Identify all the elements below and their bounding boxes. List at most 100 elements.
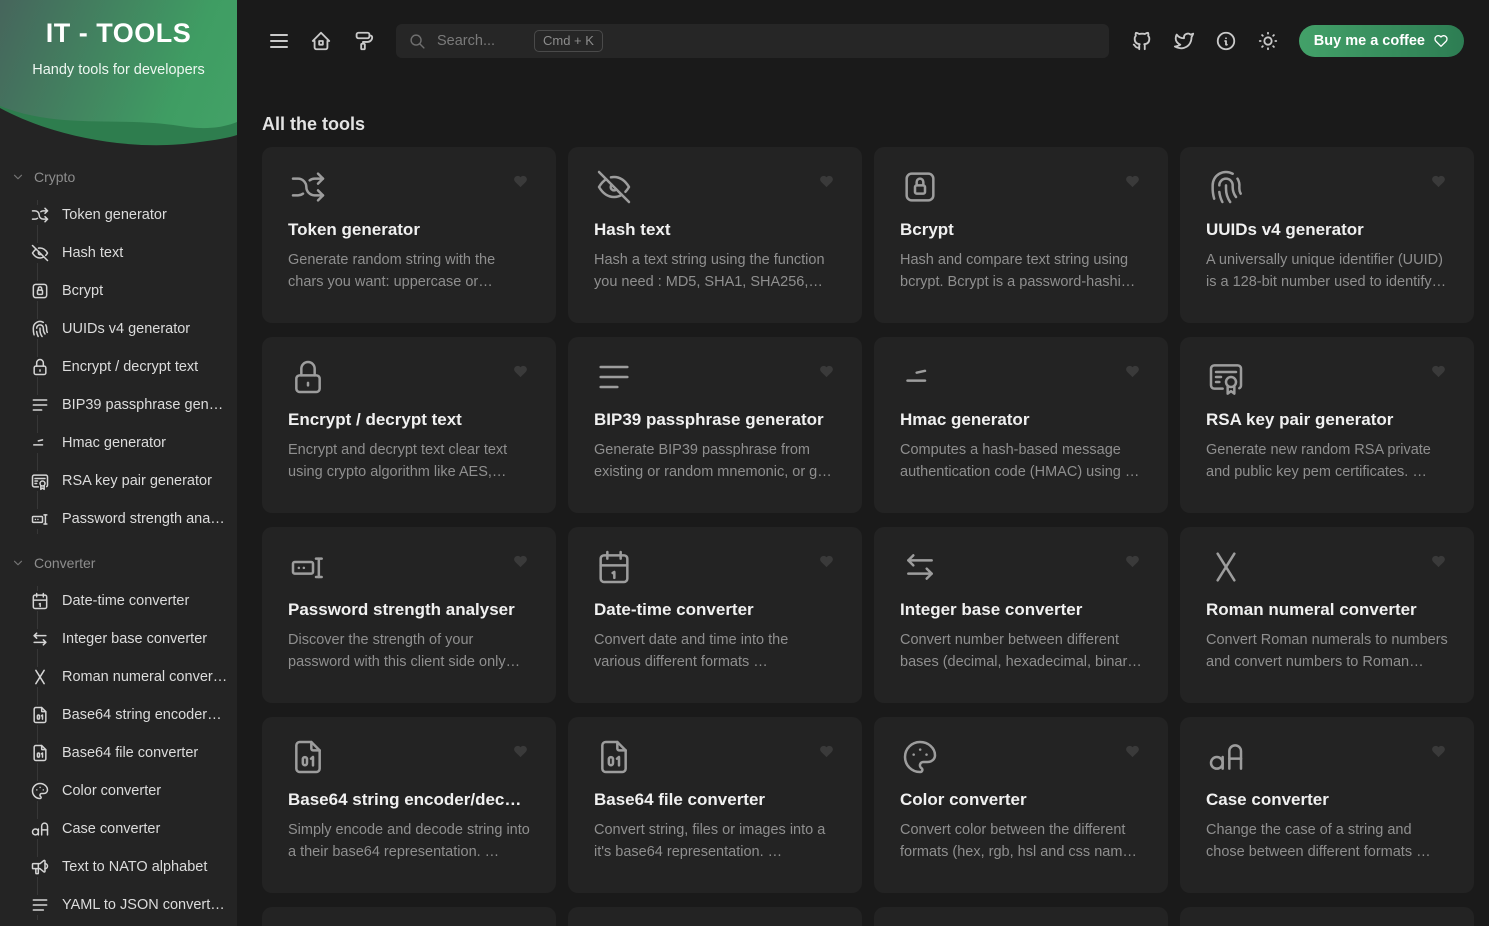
tool-card-partial[interactable] — [1180, 907, 1474, 926]
sidebar-item-token-generator[interactable]: Token generator — [0, 196, 237, 234]
tool-card-description: Generate BIP39 passphrase from existing … — [594, 442, 832, 480]
sidebar-section-label: Crypto — [34, 169, 76, 185]
tool-card-base64-string-encoder-dec[interactable]: Base64 string encoder/dec… Simply encode … — [262, 717, 556, 893]
github-button[interactable] — [1125, 24, 1159, 58]
sidebar: IT - TOOLS Handy tools for developers Cr… — [0, 0, 237, 926]
favorite-heart-icon[interactable] — [1124, 173, 1141, 190]
tool-card-description: A universally unique identifier (UUID) i… — [1206, 252, 1447, 290]
favorite-heart-icon[interactable] — [512, 553, 529, 570]
tool-card-integer-base-converter[interactable]: Integer base converter Convert number bet… — [874, 527, 1168, 703]
tool-card-bcrypt[interactable]: Bcrypt Hash and compare text string using… — [874, 147, 1168, 323]
sidebar-section-header-converter[interactable]: Converter — [0, 548, 237, 578]
heart-icon — [1433, 33, 1449, 49]
lock-icon — [288, 357, 530, 397]
tool-card-partial[interactable] — [262, 907, 556, 926]
tool-card-token-generator[interactable]: Token generator Generate random string wi… — [262, 147, 556, 323]
about-button[interactable] — [1209, 24, 1243, 58]
favorite-heart-icon[interactable] — [512, 173, 529, 190]
tool-card-title: Date-time converter — [594, 600, 754, 619]
tool-card-partial[interactable] — [568, 907, 862, 926]
github-icon — [1131, 30, 1153, 52]
tool-card-roman-numeral-converter[interactable]: Roman numeral converter Convert Roman num… — [1180, 527, 1474, 703]
sidebar-item-bip39-passphrase-gen[interactable]: BIP39 passphrase gen… — [0, 386, 237, 424]
tool-card-case-converter[interactable]: Case converter Change the case of a strin… — [1180, 717, 1474, 893]
menu-icon — [267, 29, 291, 53]
favorite-heart-icon[interactable] — [1430, 743, 1447, 760]
page-title: All the tools — [262, 114, 365, 134]
theme-toggle-button[interactable] — [1251, 24, 1285, 58]
sidebar-section-header-crypto[interactable]: Crypto — [0, 162, 237, 192]
favorite-heart-icon[interactable] — [1124, 363, 1141, 380]
tool-card-title: BIP39 passphrase generator — [594, 410, 824, 429]
arrows-left-right-icon — [30, 629, 50, 649]
sidebar-section-label: Converter — [34, 555, 96, 571]
favorite-heart-icon[interactable] — [1124, 743, 1141, 760]
search-input[interactable] — [437, 33, 523, 49]
topbar: Cmd + K Buy me a coffee — [237, 0, 1489, 58]
favorite-heart-icon[interactable] — [512, 363, 529, 380]
menu-button[interactable] — [262, 24, 296, 58]
eye-off-icon — [594, 167, 836, 207]
tool-card-hmac-generator[interactable]: Hmac generator Computes a hash-based mess… — [874, 337, 1168, 513]
search-shortcut-badge: Cmd + K — [534, 30, 603, 52]
tool-card-bip39-passphrase-generator[interactable]: BIP39 passphrase generator Generate BIP39… — [568, 337, 862, 513]
tool-card-description: Generate new random RSA private and publ… — [1206, 442, 1431, 480]
tool-card-base64-file-converter[interactable]: Base64 file converter Convert string, fil… — [568, 717, 862, 893]
favorite-heart-icon[interactable] — [818, 743, 835, 760]
sidebar-item-color-converter[interactable]: Color converter — [0, 772, 237, 810]
tool-card-description: Change the case of a string and chose be… — [1206, 822, 1431, 860]
sidebar-item-label: Integer base converter — [62, 631, 208, 647]
sidebar-item-roman-numeral-conver[interactable]: Roman numeral conver… — [0, 658, 237, 696]
favorite-heart-icon[interactable] — [1124, 553, 1141, 570]
favorite-heart-icon[interactable] — [818, 553, 835, 570]
favorite-heart-icon[interactable] — [1430, 173, 1447, 190]
search-bar[interactable]: Cmd + K — [396, 24, 1109, 58]
tool-card-color-converter[interactable]: Color converter Convert color between the… — [874, 717, 1168, 893]
sidebar-item-label: Roman numeral conver… — [62, 669, 228, 685]
sidebar-item-case-converter[interactable]: Case converter — [0, 810, 237, 848]
home-button[interactable] — [304, 24, 338, 58]
sidebar-item-encrypt-decrypt-text[interactable]: Encrypt / decrypt text — [0, 348, 237, 386]
sidebar-item-label: Hmac generator — [62, 435, 166, 451]
buy-me-a-coffee-button[interactable]: Buy me a coffee — [1298, 25, 1464, 57]
sidebar-item-hash-text[interactable]: Hash text — [0, 234, 237, 272]
favorite-heart-icon[interactable] — [818, 363, 835, 380]
arrows-left-right-icon — [900, 547, 1142, 587]
app-logo[interactable]: IT - TOOLS Handy tools for developers — [0, 0, 237, 150]
tool-card-title: Bcrypt — [900, 220, 954, 239]
sidebar-item-label: RSA key pair generator — [62, 473, 212, 489]
tool-card-description: Encrypt and decrypt text clear text usin… — [288, 442, 508, 480]
sidebar-item-label: Case converter — [62, 821, 161, 837]
sidebar-item-uuids-v4-generator[interactable]: UUIDs v4 generator — [0, 310, 237, 348]
favorite-heart-icon[interactable] — [818, 173, 835, 190]
sidebar-item-yaml-to-json-convert[interactable]: YAML to JSON convert… — [0, 886, 237, 924]
sidebar-item-bcrypt[interactable]: Bcrypt — [0, 272, 237, 310]
favorite-heart-icon[interactable] — [1430, 553, 1447, 570]
sidebar-item-password-strength-ana[interactable]: Password strength ana… — [0, 500, 237, 538]
tool-card-description: Convert string, files or images into a i… — [594, 822, 826, 860]
sidebar-item-text-to-nato-alphabet[interactable]: Text to NATO alphabet — [0, 848, 237, 886]
tool-card-date-time-converter[interactable]: Date-time converter Convert date and time… — [568, 527, 862, 703]
sidebar-item-integer-base-converter[interactable]: Integer base converter — [0, 620, 237, 658]
sidebar-item-base64-file-converter[interactable]: Base64 file converter — [0, 734, 237, 772]
sidebar-item-rsa-key-pair-generator[interactable]: RSA key pair generator — [0, 462, 237, 500]
favorite-heart-icon[interactable] — [512, 743, 529, 760]
theme-paint-button[interactable] — [346, 24, 380, 58]
favorite-heart-icon[interactable] — [1430, 363, 1447, 380]
sidebar-item-label: UUIDs v4 generator — [62, 321, 191, 337]
tool-card-uuids-v4-generator[interactable]: UUIDs v4 generator A universally unique i… — [1180, 147, 1474, 323]
twitter-button[interactable] — [1167, 24, 1201, 58]
sun-icon — [1257, 30, 1279, 52]
letter-case-icon — [1206, 737, 1448, 777]
sidebar-item-hmac-generator[interactable]: Hmac generator — [0, 424, 237, 462]
tool-card-partial[interactable] — [874, 907, 1168, 926]
sidebar-item-base64-string-encoder[interactable]: Base64 string encoder… — [0, 696, 237, 734]
align-left-icon — [594, 357, 836, 397]
tool-card-encrypt-decrypt-text[interactable]: Encrypt / decrypt text Encrypt and decryp… — [262, 337, 556, 513]
sidebar-section-converter: Converter Date-time converter Integer base… — [0, 548, 237, 924]
sidebar-item-label: Encrypt / decrypt text — [62, 359, 199, 375]
sidebar-item-date-time-converter[interactable]: Date-time converter — [0, 582, 237, 620]
tool-card-password-strength-analyser[interactable]: Password strength analyser Discover the s… — [262, 527, 556, 703]
tool-card-hash-text[interactable]: Hash text Hash a text string using the fu… — [568, 147, 862, 323]
tool-card-rsa-key-pair-generator[interactable]: RSA key pair generator Generate new rando… — [1180, 337, 1474, 513]
